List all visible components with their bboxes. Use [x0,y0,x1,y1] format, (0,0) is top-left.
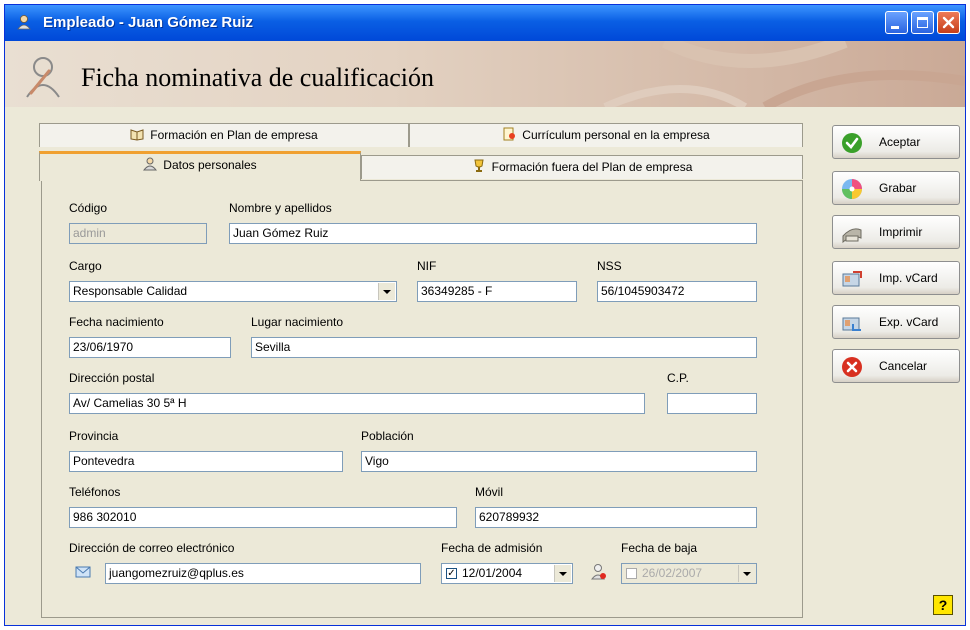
document-icon [503,127,516,141]
fecha-baja-checkbox[interactable] [626,568,637,579]
button-label: Aceptar [879,135,921,149]
fecha-baja-value: 26/02/2007 [642,566,703,580]
printer-icon [842,228,862,244]
lugar-nacimiento-field[interactable]: Sevilla [251,337,757,358]
fecha-admision-checkbox[interactable]: ✓ [446,568,457,579]
cargo-value: Responsable Calidad [73,284,188,298]
tab-formacion-fuera[interactable]: Formación fuera del Plan de empresa [361,155,803,179]
email-icon [75,566,91,578]
disc-icon [842,179,862,199]
header-banner: Ficha nominativa de cualificación [5,41,965,107]
banner-decoration [603,41,965,107]
cp-label: C.P. [667,371,689,385]
movil-field[interactable]: 620789932 [475,507,757,528]
telefonos-field[interactable]: 986 302010 [69,507,457,528]
tab-curriculum[interactable]: Currículum personal en la empresa [409,123,803,147]
direccion-label: Dirección postal [69,371,155,385]
nombre-field[interactable]: Juan Gómez Ruiz [229,223,757,244]
close-icon [942,16,955,29]
user-silhouette-icon [26,57,60,98]
fecha-admision-label: Fecha de admisión [441,541,543,555]
button-label: Cancelar [879,359,928,373]
tab-formacion-plan[interactable]: Formación en Plan de empresa [39,123,409,147]
chevron-down-icon[interactable] [378,283,395,300]
direccion-field[interactable]: Av/ Camelias 30 5ª H [69,393,645,414]
button-label: Exp. vCard [879,315,939,329]
tab-label: Formación en Plan de empresa [150,128,318,142]
button-label: Imprimir [879,225,923,239]
fecha-baja-picker[interactable]: 26/02/2007 [621,563,757,584]
nombre-label: Nombre y apellidos [229,201,332,215]
close-button[interactable] [937,11,960,34]
employee-window: Empleado - Juan Gómez Ruiz Ficha nominat… [4,4,966,626]
fecha-nacimiento-label: Fecha nacimiento [69,315,164,329]
user-icon [17,15,31,30]
maximize-button[interactable] [911,11,934,34]
book-icon [130,129,144,141]
email-label: Dirección de correo electrónico [69,541,235,555]
nss-field[interactable]: 56/1045903472 [597,281,757,302]
nif-field[interactable]: 36349285 - F [417,281,577,302]
chevron-down-icon[interactable] [738,565,755,582]
cancelar-button[interactable]: Cancelar [832,349,960,383]
person-icon [143,157,158,171]
tab-datos-personales[interactable]: Datos personales [39,151,361,181]
codigo-field[interactable]: admin [69,223,207,244]
nss-label: NSS [597,259,622,273]
page-title: Ficha nominativa de cualificación [81,63,435,92]
button-label: Imp. vCard [879,271,938,285]
help-button[interactable]: ? [933,595,953,615]
user-remove-icon [591,564,606,580]
import-card-icon [842,271,862,287]
cargo-label: Cargo [69,259,102,273]
tab-label: Datos personales [163,158,257,172]
trophy-icon [474,159,484,172]
title-bar: Empleado - Juan Gómez Ruiz [5,5,965,41]
provincia-field[interactable]: Pontevedra [69,451,343,472]
checkmark-icon [842,133,862,153]
provincia-label: Provincia [69,429,119,443]
aceptar-button[interactable]: Aceptar [832,125,960,159]
export-vcard-button[interactable]: Exp. vCard [832,305,960,339]
fecha-baja-label: Fecha de baja [621,541,698,555]
telefonos-label: Teléfonos [69,485,121,499]
nif-label: NIF [417,259,437,273]
fecha-nacimiento-field[interactable]: 23/06/1970 [69,337,231,358]
codigo-label: Código [69,201,108,215]
chevron-down-icon[interactable] [554,565,571,582]
imprimir-button[interactable]: Imprimir [832,215,960,249]
import-vcard-button[interactable]: Imp. vCard [832,261,960,295]
lugar-nacimiento-label: Lugar nacimiento [251,315,344,329]
grabar-button[interactable]: Grabar [832,171,960,205]
fecha-admision-value: 12/01/2004 [462,566,523,580]
minimize-button[interactable] [885,11,908,34]
cargo-select[interactable]: Responsable Calidad [69,281,397,302]
button-label: Grabar [879,181,917,195]
export-card-icon [842,317,861,331]
fecha-admision-picker[interactable]: ✓ 12/01/2004 [441,563,573,584]
movil-label: Móvil [475,485,504,499]
email-field[interactable]: juangomezruiz@qplus.es [105,563,421,584]
window-title: Empleado - Juan Gómez Ruiz [43,14,254,31]
cancel-icon [842,357,862,377]
poblacion-label: Población [361,429,414,443]
tab-label: Currículum personal en la empresa [522,128,710,142]
tab-label: Formación fuera del Plan de empresa [491,160,693,174]
cp-field[interactable] [667,393,757,414]
poblacion-field[interactable]: Vigo [361,451,757,472]
